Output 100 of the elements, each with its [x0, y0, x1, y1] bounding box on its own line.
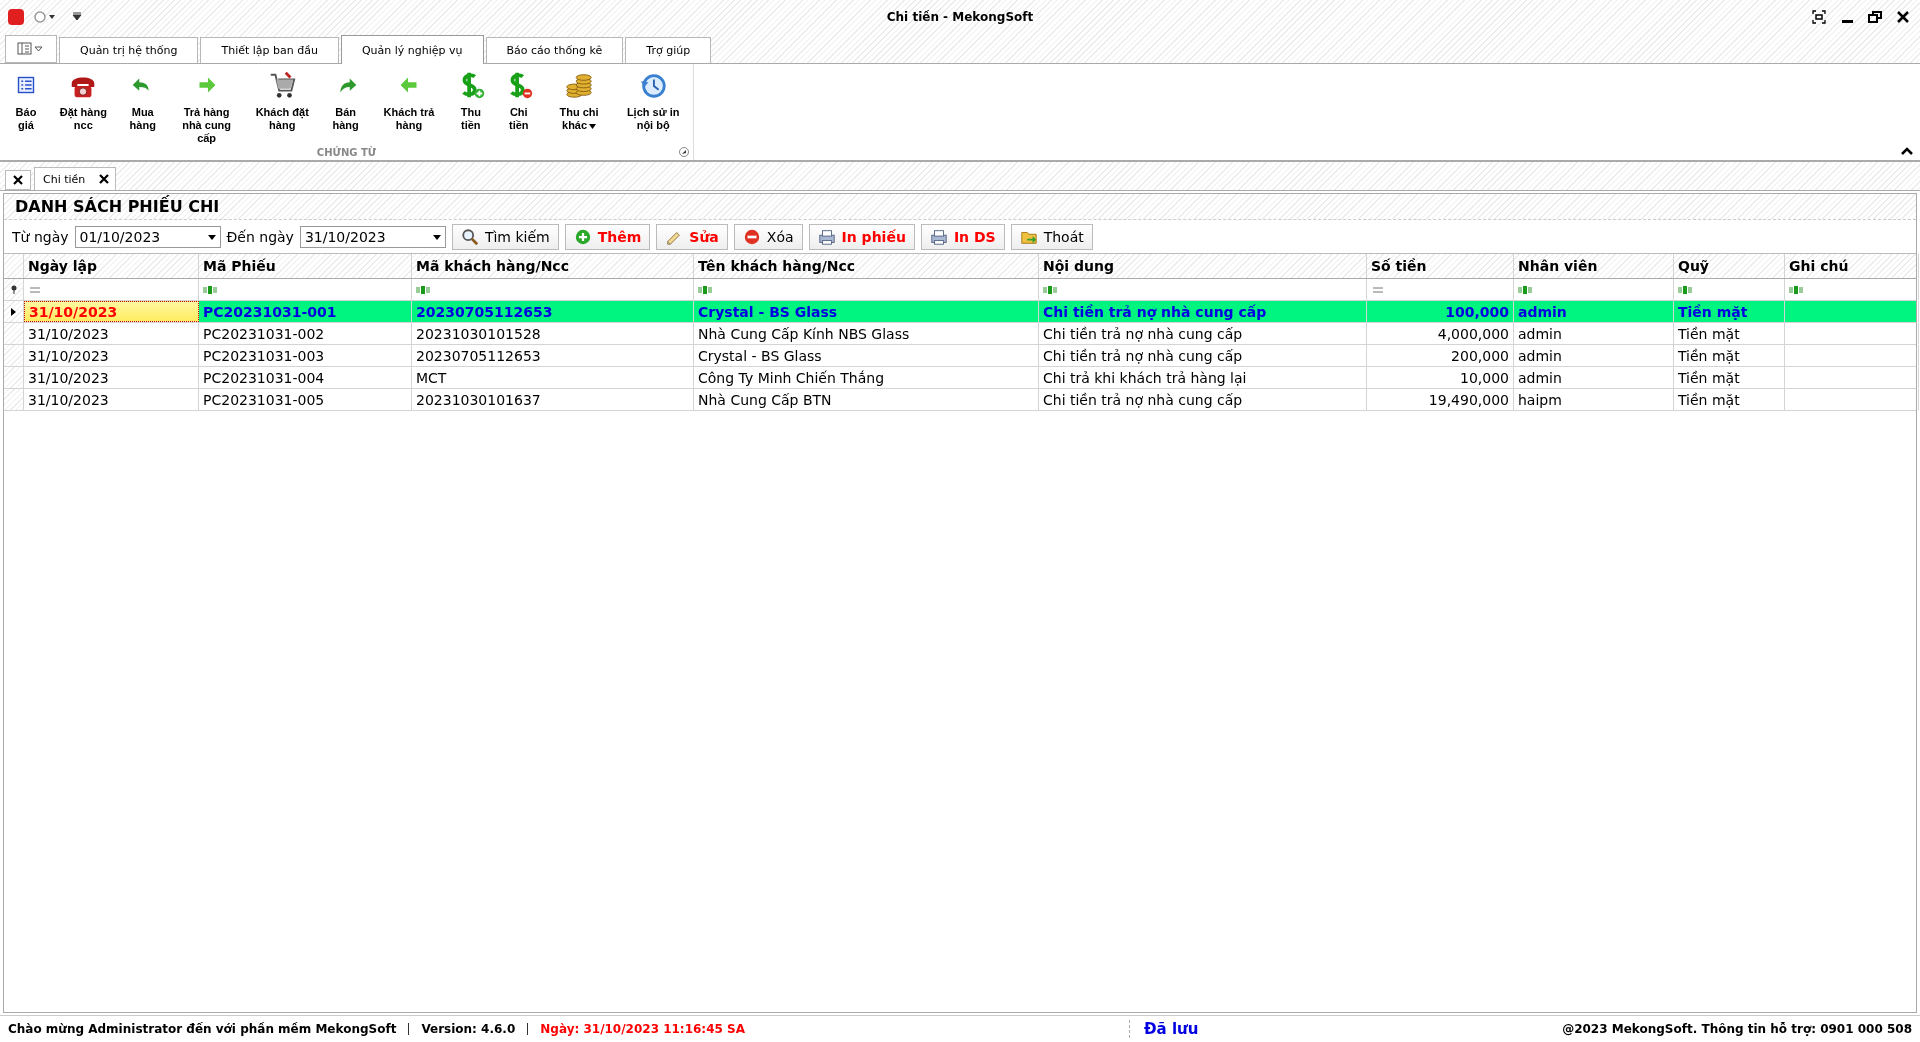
dropdown-caret-icon[interactable]: [432, 234, 441, 240]
collapse-ribbon-icon[interactable]: [1900, 146, 1914, 156]
ribbon-tab[interactable]: Trợ giúp: [625, 37, 712, 63]
contains-filter-icon[interactable]: [698, 285, 712, 294]
to-date-field[interactable]: 31/10/2023: [299, 226, 446, 248]
table-row[interactable]: 31/10/2023 PC20231031-004 MCT Công Ty Minh Chiến Thắng Chi trả khi khách trả hàng lại 10,000 admin Tiền mặt: [4, 367, 1916, 389]
ribbon-button[interactable]: Thu tiền: [446, 68, 495, 147]
dialog-launcher-icon[interactable]: [679, 147, 689, 157]
table-row[interactable]: 31/10/2023 PC20231031-005 20231030101637 Nhà Cung Cấp BTN Chi tiền trả nợ nhà cung cấp 19,490,000 haipm Tiền mặt: [4, 389, 1916, 411]
save-status-text: Đã lưu: [1128, 1020, 1199, 1038]
contains-filter-icon[interactable]: [1043, 285, 1057, 294]
table-cell: PC20231031-003: [199, 345, 412, 366]
ribbon-button[interactable]: Khách đặt hàng: [244, 68, 321, 147]
table-cell: 20230705112653: [412, 345, 694, 366]
table-cell: Tiền mặt: [1674, 367, 1785, 388]
contains-filter-icon[interactable]: [1518, 285, 1532, 294]
pin-icon: [10, 285, 17, 294]
table-cell: Tiền mặt: [1674, 345, 1785, 366]
restore-button[interactable]: [1866, 8, 1884, 26]
from-date-label: Từ ngày: [12, 229, 69, 245]
ribbon-button[interactable]: Bán hàng: [320, 68, 372, 147]
contains-filter-icon[interactable]: [1789, 285, 1803, 294]
ribbon-tab[interactable]: Báo cáo thống kê: [485, 37, 624, 63]
toolbar-button[interactable]: Tìm kiếm: [451, 224, 559, 250]
support-text: @2023 MekongSoft. Thông tin hỗ trợ: 0901 000 508: [1562, 1022, 1912, 1036]
table-cell: 4,000,000: [1367, 323, 1514, 344]
toolbar-button[interactable]: Thêm: [564, 224, 651, 250]
toolbar-button[interactable]: Sửa: [656, 224, 728, 250]
table-cell: Chi tiền trả nợ nhà cung cấp: [1039, 323, 1367, 344]
fullscreen-button[interactable]: [1810, 8, 1828, 26]
table-cell: admin: [1514, 301, 1674, 322]
table-cell: PC20231031-004: [199, 367, 412, 388]
table-row[interactable]: 31/10/2023 PC20231031-001 20230705112653 Crystal - BS Glass Chi tiền trả nợ nhà cung cấp 100,000 admin Tiền mặt: [4, 301, 1916, 323]
table-cell: Chi tiền trả nợ nhà cung cấp: [1039, 389, 1367, 410]
table-cell: 31/10/2023: [24, 389, 199, 410]
table-cell: haipm: [1514, 389, 1674, 410]
column-header[interactable]: Ghi chú: [1785, 254, 1919, 278]
table-cell: 10,000: [1367, 367, 1514, 388]
table-row[interactable]: 31/10/2023 PC20231031-002 20231030101528 Nhà Cung Cấp Kính NBS Glass Chi tiền trả nợ nhà cung cấp 4,000,000 admin Tiền mặt: [4, 323, 1916, 345]
table-cell: admin: [1514, 345, 1674, 366]
table-cell: Chi tiền trả nợ nhà cung cấp: [1039, 301, 1367, 322]
table-cell: Tiền mặt: [1674, 389, 1785, 410]
table-row[interactable]: 31/10/2023 PC20231031-003 20230705112653 Crystal - BS Glass Chi tiền trả nợ nhà cung cấp 200,000 admin Tiền mặt: [4, 345, 1916, 367]
column-header[interactable]: Quỹ: [1674, 254, 1785, 278]
ribbon-tab[interactable]: Thiết lập ban đầu: [200, 37, 339, 63]
ribbon-button[interactable]: Mua hàng: [116, 68, 169, 147]
plus-icon: [573, 228, 592, 246]
table-cell: Crystal - BS Glass: [694, 301, 1039, 322]
row-pointer-icon: [11, 307, 16, 316]
restore-icon: [1868, 10, 1882, 24]
table-cell: Crystal - BS Glass: [694, 345, 1039, 366]
column-header[interactable]: Tên khách hàng/Ncc: [694, 254, 1039, 278]
group-label: CHỨNG TỪ: [316, 147, 377, 158]
to-date-label: Đến ngày: [226, 229, 294, 245]
from-date-field[interactable]: 01/10/2023: [74, 226, 221, 248]
table-cell: 19,490,000: [1367, 389, 1514, 410]
column-header[interactable]: Số tiền: [1367, 254, 1514, 278]
ribbon-button[interactable]: Đặt hàng ncc: [50, 68, 117, 147]
close-icon[interactable]: [99, 174, 110, 184]
ribbon-button[interactable]: Báo giá: [2, 68, 50, 147]
toolbar-button[interactable]: Xóa: [733, 224, 803, 250]
dropdown-caret-icon[interactable]: [207, 234, 216, 240]
fullscreen-icon: [1812, 10, 1826, 24]
ribbon-button[interactable]: Thu chi khác: [542, 68, 616, 147]
ribbon-button[interactable]: Lịch sử in nội bộ: [615, 68, 691, 147]
table-cell: PC20231031-002: [199, 323, 412, 344]
tab-label[interactable]: Chi tiền: [43, 172, 86, 186]
printer-icon: [817, 228, 836, 246]
ribbon-button[interactable]: Trả hàng nhà cung cấp: [168, 68, 245, 147]
table-cell: 31/10/2023: [24, 323, 199, 344]
column-header[interactable]: Mã khách hàng/Ncc: [412, 254, 694, 278]
column-header[interactable]: Nhân viên: [1514, 254, 1674, 278]
table-cell: Tiền mặt: [1674, 301, 1785, 322]
table-cell: 31/10/2023: [24, 345, 199, 366]
close-icon: [1896, 10, 1910, 24]
ribbon-button[interactable]: Chi tiền: [494, 68, 543, 147]
table-cell: MCT: [412, 367, 694, 388]
circle-dropdown-icon[interactable]: [34, 10, 56, 24]
contains-filter-icon[interactable]: [1678, 285, 1692, 294]
toolbar-button[interactable]: In phiếu: [808, 224, 915, 250]
table-cell: Tiền mặt: [1674, 323, 1785, 344]
table-cell: PC20231031-005: [199, 389, 412, 410]
table-cell: Chi trả khi khách trả hàng lại: [1039, 367, 1367, 388]
close-all-button[interactable]: [5, 170, 31, 190]
document-tab[interactable]: Chi tiền: [34, 167, 117, 190]
column-header[interactable]: Ngày lập: [24, 254, 199, 278]
contains-filter-icon[interactable]: [416, 285, 430, 294]
app-logo-icon: [8, 9, 24, 25]
ribbon-tab[interactable]: Quản lý nghiệp vụ: [340, 35, 484, 64]
ribbon-button[interactable]: Khách trả hàng: [371, 68, 447, 147]
column-header[interactable]: Nội dung: [1039, 254, 1367, 278]
table-cell: Nhà Cung Cấp Kính NBS Glass: [694, 323, 1039, 344]
ribbon-tab[interactable]: Quản trị hệ thống: [59, 37, 199, 63]
toolbar-button[interactable]: In DS: [920, 224, 1005, 250]
panel-menu-icon: [17, 42, 45, 56]
column-header[interactable]: Mã Phiếu: [199, 254, 412, 278]
panel-title: DANH SÁCH PHIẾU CHI: [15, 197, 220, 216]
contains-filter-icon[interactable]: [203, 285, 217, 294]
toolbar-button[interactable]: Thoát: [1010, 224, 1093, 250]
table-cell: Công Ty Minh Chiến Thắng: [694, 367, 1039, 388]
